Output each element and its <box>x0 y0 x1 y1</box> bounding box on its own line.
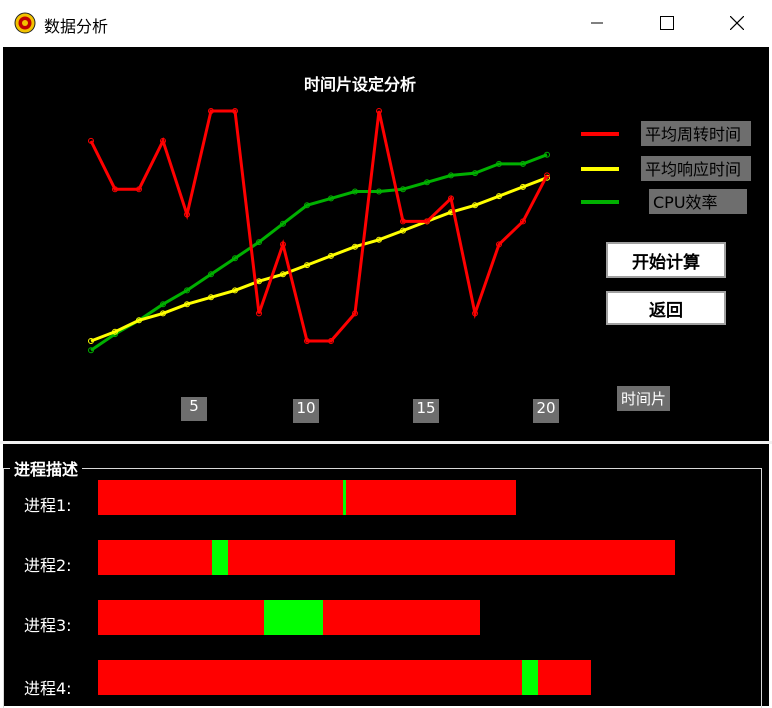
process-label: 进程1: <box>24 496 72 515</box>
legend-label: CPU效率 <box>653 193 718 212</box>
series-line-3 <box>90 153 548 352</box>
process-section-title: 进程描述 <box>10 456 83 480</box>
title-bar: 数据分析 <box>0 0 772 46</box>
legend-label: 平均响应时间 <box>645 160 741 179</box>
process-bar-active-segment <box>522 660 538 695</box>
process-bar <box>98 540 675 575</box>
legend-label: 平均周转时间 <box>645 125 741 144</box>
process-bar <box>98 660 591 695</box>
window-title: 数据分析 <box>44 17 109 36</box>
process-label: 进程3: <box>24 616 72 635</box>
process-bar-active-segment <box>264 600 323 635</box>
process-bar-active-segment <box>212 540 228 575</box>
close-icon <box>730 16 744 30</box>
x-tick-label: 15 <box>413 399 439 423</box>
minimize-icon <box>591 22 603 24</box>
x-tick-label: 5 <box>181 397 207 421</box>
back-button[interactable]: 返回 <box>606 291 726 325</box>
maximize-button[interactable] <box>644 0 690 46</box>
start-calc-button[interactable]: 开始计算 <box>606 242 726 278</box>
process-label: 进程4: <box>24 679 72 698</box>
x-tick-label: 10 <box>293 399 319 423</box>
process-bar <box>98 600 480 635</box>
chart-title: 时间片设定分析 <box>304 75 416 94</box>
process-label: 进程2: <box>24 556 72 575</box>
maximize-icon <box>660 16 674 30</box>
x-axis-label: 时间片 <box>617 386 671 411</box>
close-button[interactable] <box>714 0 760 46</box>
app-icon <box>14 12 36 34</box>
process-bar <box>98 480 516 515</box>
minimize-button[interactable] <box>574 0 620 46</box>
process-bar-active-segment <box>343 480 346 515</box>
chart-panel: 时间片设定分析 平均周转时间 平均响应时间 CPU效率 5 10 15 20 时间片… <box>3 47 769 441</box>
x-tick-label: 20 <box>533 399 559 423</box>
